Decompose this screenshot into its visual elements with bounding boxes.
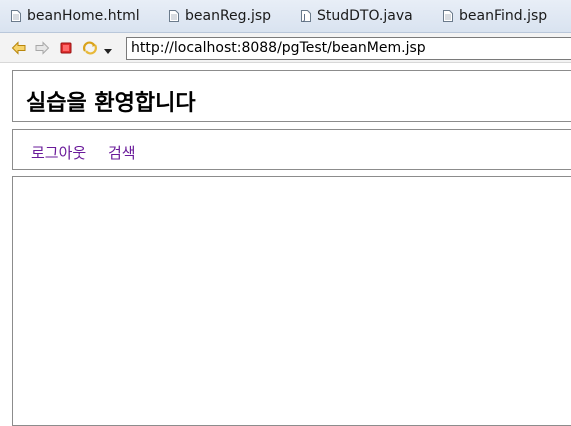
tab-beanreg[interactable]: beanReg.jsp: [169, 0, 271, 32]
tab-label: beanHome.html: [27, 8, 140, 24]
html-file-icon: [11, 10, 21, 22]
page-title: 실습을 환영합니다: [26, 91, 196, 116]
forward-arrow-icon[interactable]: [34, 40, 50, 56]
stop-icon[interactable]: [58, 40, 74, 56]
search-link[interactable]: 검색: [108, 142, 136, 163]
jsp-file-icon: [443, 10, 453, 22]
url-input[interactable]: http://localhost:8088/pgTest/beanMem.jsp: [126, 37, 571, 60]
chevron-down-icon[interactable]: [102, 42, 114, 54]
jsp-file-icon: [169, 10, 179, 22]
java-file-icon: J: [301, 10, 311, 22]
main-frame: [12, 176, 571, 426]
editor-tab-bar: beanHome.html beanReg.jsp J StudDTO.java…: [0, 0, 571, 33]
tab-beanfind[interactable]: beanFind.jsp: [443, 0, 547, 32]
tab-beanhome[interactable]: beanHome.html: [11, 0, 140, 32]
tab-label: StudDTO.java: [317, 8, 413, 24]
header-frame: 실습을 환영합니다: [12, 70, 571, 122]
nav-frame: 로그아웃 검색: [12, 129, 571, 170]
tab-label: beanFind.jsp: [459, 8, 548, 24]
refresh-icon[interactable]: [82, 40, 98, 56]
tab-studdto[interactable]: J StudDTO.java: [301, 0, 413, 32]
svg-text:J: J: [302, 13, 305, 22]
back-arrow-icon[interactable]: [11, 40, 27, 56]
logout-link[interactable]: 로그아웃: [31, 142, 86, 163]
tab-label: beanReg.jsp: [185, 8, 272, 24]
